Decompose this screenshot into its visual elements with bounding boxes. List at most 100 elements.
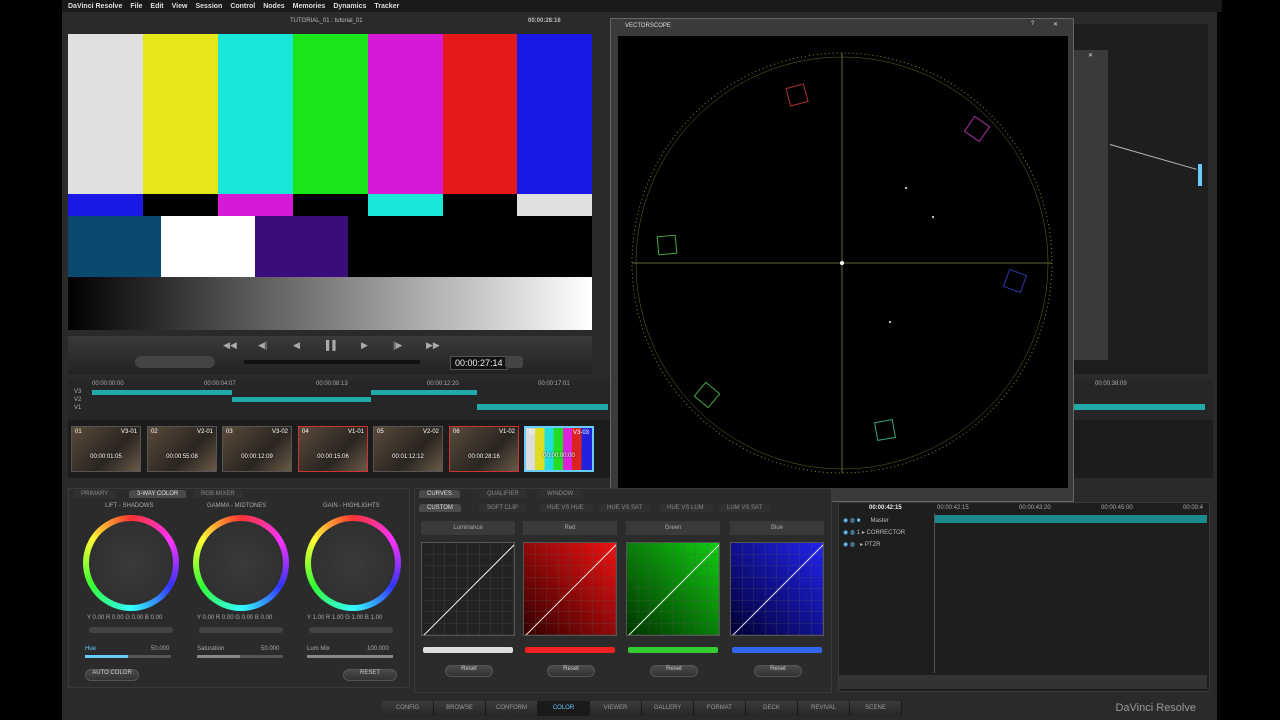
tab-3-way-color[interactable]: 3-WAY COLOR	[129, 490, 187, 498]
saturation-slider[interactable]	[197, 655, 283, 658]
thumbnail-clip-selected[interactable]: 07 V3-03 00:00:00:00	[524, 426, 594, 472]
thumb-name: V1-02	[498, 429, 515, 435]
node-close-icon[interactable]: ✕	[1088, 52, 1093, 59]
red-curve[interactable]	[523, 542, 617, 636]
menu-memories[interactable]: Memories	[293, 3, 326, 10]
hue-slider[interactable]	[85, 655, 171, 658]
tab-scene[interactable]: SCENE	[850, 701, 902, 716]
node-editor[interactable]: ✕	[1074, 24, 1208, 374]
gamma-wheel[interactable]	[193, 515, 289, 611]
blue-curve[interactable]	[730, 542, 824, 636]
green-curve[interactable]	[626, 542, 720, 636]
play-icon[interactable]: ▶	[361, 340, 368, 351]
thumbnail-clip[interactable]: 01 V3-01 00:00:01:05	[71, 426, 141, 472]
gain-wheel[interactable]	[305, 515, 401, 611]
forward-fast-icon[interactable]: ▶▶	[426, 340, 440, 351]
clip-bar[interactable]	[371, 390, 477, 395]
clip-bar[interactable]	[1073, 404, 1205, 410]
red-bar[interactable]	[525, 647, 615, 653]
tab-revival[interactable]: REVIVAL	[798, 701, 850, 716]
gain-master-slider[interactable]	[309, 627, 393, 633]
gain-values: Y 1.00 R 1.00 G 1.00 B 1.00	[307, 615, 383, 621]
lum-mix-slider[interactable]	[307, 655, 393, 658]
clip-bar[interactable]	[477, 404, 608, 410]
reset-red-button[interactable]: Reset	[547, 665, 595, 677]
thumbnail-clip[interactable]: 03 V3-02 00:00:12:09	[222, 426, 292, 472]
eye-icon[interactable]: ◉ ◍	[843, 530, 855, 536]
next-frame-icon[interactable]: |▶	[393, 340, 402, 351]
wheel-label-gamma: GAMMA - MIDTONES	[207, 503, 267, 509]
menu-view[interactable]: View	[172, 3, 188, 10]
clip-bar[interactable]	[92, 390, 232, 395]
subtab-hue-vs-sat[interactable]: HUE VS SAT	[599, 504, 651, 512]
keyframe-row-master[interactable]: ◉ ◍ ■ Master	[843, 517, 889, 524]
subtab-lum-vs-sat[interactable]: LUM VS SAT	[719, 504, 771, 512]
tab-conform[interactable]: CONFORM	[486, 701, 538, 716]
reverse-icon[interactable]: ◀	[293, 340, 300, 351]
menu-edit[interactable]: Edit	[150, 3, 163, 10]
menu-control[interactable]: Control	[230, 3, 255, 10]
lift-master-slider[interactable]	[89, 627, 173, 633]
eye-icon[interactable]: ◉ ◍	[843, 542, 855, 548]
keyframe-row-corrector[interactable]: ◉ ◍ 1 ▸ CORRECTOR	[843, 529, 905, 536]
close-icon[interactable]: ✕	[1053, 21, 1058, 28]
tab-browse[interactable]: BROWSE	[434, 701, 486, 716]
scrub-bar[interactable]	[244, 360, 420, 364]
thumbnail-clip[interactable]: 04 V1-01 00:00:15:06	[298, 426, 368, 472]
thumbnail-clip[interactable]: 06 V1-02 00:00:28:16	[449, 426, 519, 472]
clip-bar[interactable]	[232, 397, 371, 402]
tab-primary[interactable]: PRIMARY	[73, 490, 117, 498]
green-bar[interactable]	[628, 647, 718, 653]
subtab-hue-vs-lum[interactable]: HUE VS LUM	[659, 504, 712, 512]
subtab-soft-clip[interactable]: SOFT CLIP	[479, 504, 526, 512]
viewer-tools[interactable]	[135, 356, 215, 368]
tab-config[interactable]: CONFIG	[382, 701, 434, 716]
auto-color-button[interactable]: AUTO COLOR	[85, 669, 139, 681]
menu-dynamics[interactable]: Dynamics	[333, 3, 366, 10]
menu-bar: DaVinci Resolve File Edit View Session C…	[62, 0, 1222, 12]
luminance-curve[interactable]	[421, 542, 515, 636]
menu-app[interactable]: DaVinci Resolve	[68, 3, 122, 10]
thumb-name: V1-01	[347, 429, 364, 435]
subtab-hue-vs-hue[interactable]: HUE VS HUE	[539, 504, 592, 512]
prev-frame-icon[interactable]: ◀|	[258, 340, 267, 351]
lift-wheel[interactable]	[83, 515, 179, 611]
track-label-v1: V1	[74, 405, 82, 411]
reset-blue-button[interactable]: Reset	[754, 665, 802, 677]
tab-gallery[interactable]: GALLERY	[642, 701, 694, 716]
curve-label-green: Green	[664, 525, 682, 531]
tab-format[interactable]: FORMAT	[694, 701, 746, 716]
reset-green-button[interactable]: Reset	[650, 665, 698, 677]
eye-icon[interactable]: ◉ ◍ ■	[843, 518, 860, 524]
viewer-timecode: 00:00:27:14	[450, 356, 508, 370]
tab-color[interactable]: COLOR	[538, 701, 590, 716]
menu-file[interactable]: File	[130, 3, 142, 10]
tab-qualifier[interactable]: QUALIFIER	[479, 490, 527, 498]
menu-session[interactable]: Session	[195, 3, 222, 10]
tab-curves[interactable]: CURVES	[419, 490, 460, 498]
reset-luminance-button[interactable]: Reset	[445, 665, 493, 677]
help-icon[interactable]: ?	[1031, 21, 1034, 27]
pause-icon[interactable]: ▌▌	[326, 340, 339, 350]
keyframe-row-ptzr[interactable]: ◉ ◍ ▸ PTZR	[843, 541, 881, 548]
rewind-fast-icon[interactable]: ◀◀	[223, 340, 237, 351]
menu-tracker[interactable]: Tracker	[374, 3, 399, 10]
subtab-custom[interactable]: CUSTOM	[419, 504, 461, 512]
tab-rgb-mixer[interactable]: RGB MIXER	[193, 490, 243, 498]
keyframe-scrollbar[interactable]	[839, 675, 1207, 689]
loop-icon[interactable]	[505, 356, 523, 368]
tab-viewer[interactable]: VIEWER	[590, 701, 642, 716]
viewer-image[interactable]	[68, 34, 592, 330]
menu-nodes[interactable]: Nodes	[263, 3, 284, 10]
keyframe-track[interactable]	[935, 515, 1207, 523]
hue-value: 50.000	[151, 646, 170, 652]
tab-deck[interactable]: DECK	[746, 701, 798, 716]
blue-bar[interactable]	[732, 647, 822, 653]
thumbnail-clip[interactable]: 05 V2-02 00:01:12:12	[373, 426, 443, 472]
gamma-master-slider[interactable]	[199, 627, 283, 633]
luminance-bar[interactable]	[423, 647, 513, 653]
thumbnail-clip[interactable]: 02 V2-01 00:00:55:08	[147, 426, 217, 472]
ruler-mark: 00:00:17:01	[538, 381, 570, 387]
reset-button[interactable]: RESET	[343, 669, 397, 681]
tab-window[interactable]: WINDOW	[539, 490, 582, 498]
